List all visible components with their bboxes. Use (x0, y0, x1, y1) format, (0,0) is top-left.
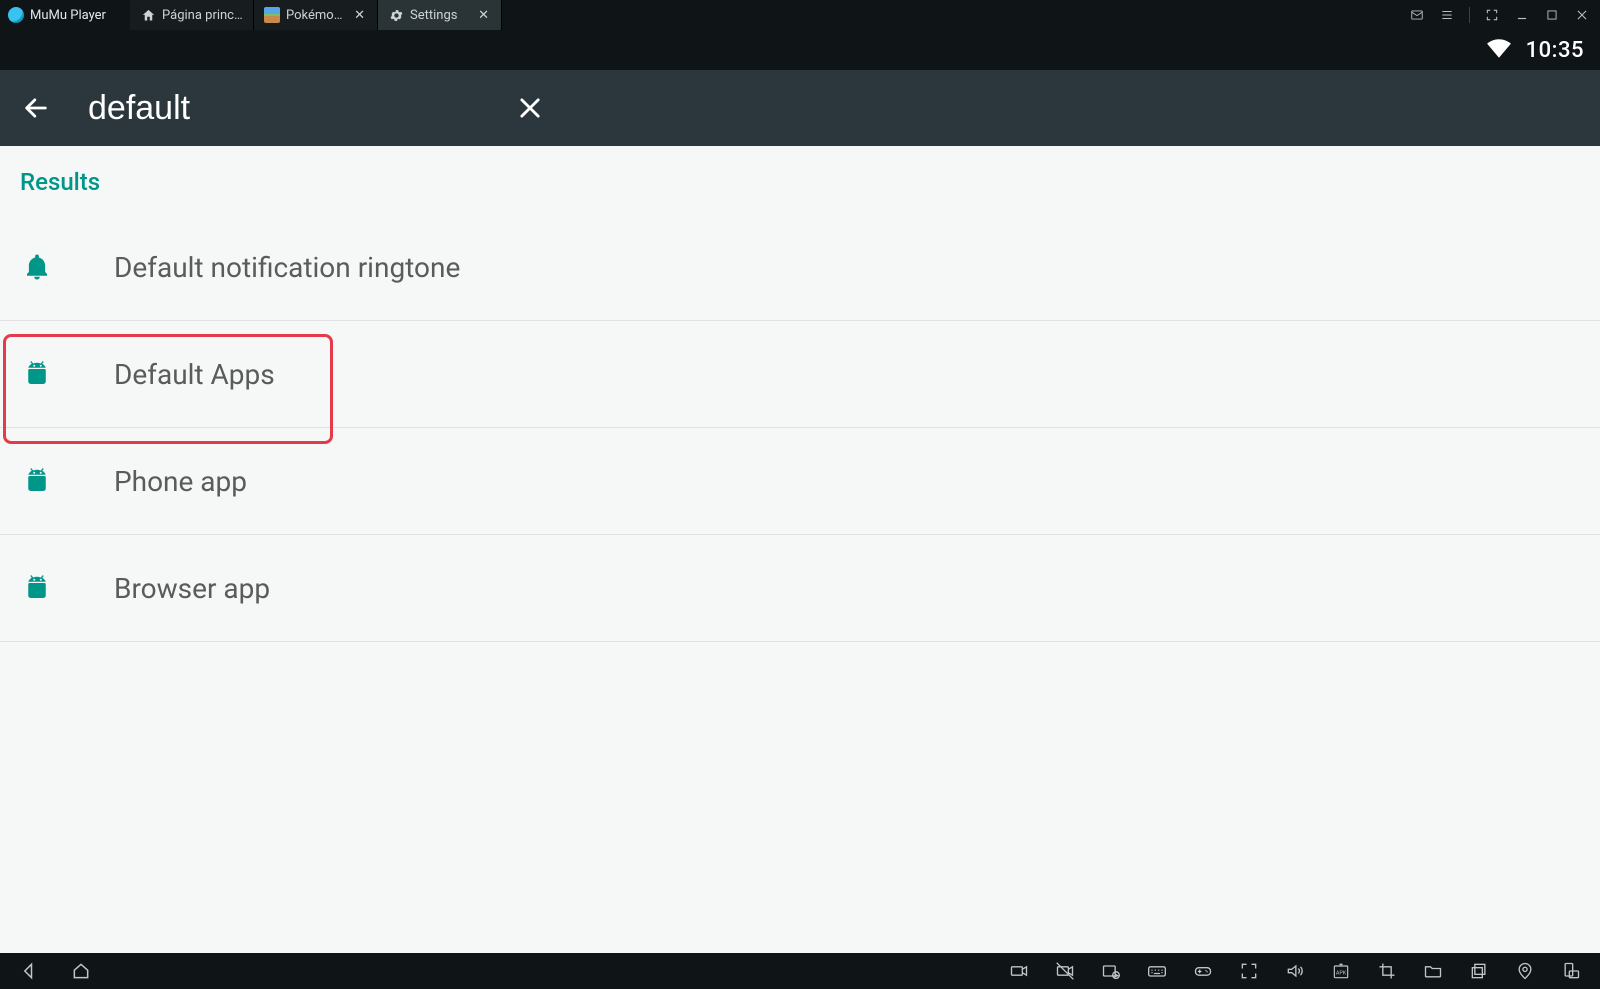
close-window-icon[interactable] (1574, 7, 1590, 23)
titlebar-app-identity: MuMu Player (0, 0, 130, 30)
folder-icon[interactable] (1422, 960, 1444, 982)
result-label: Browser app (114, 572, 270, 605)
back-button[interactable] (14, 86, 58, 130)
result-label: Phone app (114, 465, 247, 498)
location-icon[interactable] (1514, 960, 1536, 982)
statusbar-clock: 10:35 (1526, 38, 1584, 63)
record-off-icon[interactable] (1054, 960, 1076, 982)
rotate-device-icon[interactable] (1560, 960, 1582, 982)
result-row-default-notification-ringtone[interactable]: Default notification ringtone (0, 214, 1600, 321)
tab-close-icon[interactable]: ✕ (476, 8, 491, 23)
tab-close-icon[interactable]: ✕ (352, 8, 367, 23)
multi-window-icon[interactable] (1468, 960, 1490, 982)
android-icon (20, 357, 54, 391)
home-icon (140, 7, 156, 23)
volume-icon[interactable] (1284, 960, 1306, 982)
android-icon (20, 464, 54, 498)
settings-search-results: Results Default notification ringtone De… (0, 146, 1600, 953)
tab-label: Pokémon ... (286, 8, 346, 23)
record-video-icon[interactable] (1008, 960, 1030, 982)
tab-label: Settings (410, 8, 470, 23)
keyboard-icon[interactable] (1146, 960, 1168, 982)
gear-icon (388, 7, 404, 23)
mail-icon[interactable] (1409, 7, 1425, 23)
tab-home[interactable]: Página princi... (130, 0, 254, 30)
menu-icon[interactable] (1439, 7, 1455, 23)
bell-icon (20, 250, 54, 284)
tab-pokemon[interactable]: Pokémon ... ✕ (254, 0, 378, 30)
pokemon-app-icon (264, 7, 280, 23)
result-label: Default Apps (114, 358, 275, 391)
titlebar-window-controls (1409, 0, 1600, 30)
result-label: Default notification ringtone (114, 251, 460, 284)
gamepad-icon[interactable] (1192, 960, 1214, 982)
overlay-play-icon[interactable] (1100, 960, 1122, 982)
minimize-icon[interactable] (1514, 7, 1530, 23)
mumu-logo-icon (8, 7, 24, 23)
apk-install-icon[interactable]: APK (1330, 960, 1352, 982)
results-header: Results (0, 146, 1600, 214)
android-statusbar: 10:35 (0, 30, 1600, 70)
screenshot-crop-icon[interactable] (1376, 960, 1398, 982)
titlebar-tabstrip: Página princi... Pokémon ... ✕ Settings … (130, 0, 502, 30)
emulator-titlebar: MuMu Player Página princi... Pokémon ...… (0, 0, 1600, 30)
nav-back-icon[interactable] (18, 960, 40, 982)
result-row-default-apps[interactable]: Default Apps (0, 321, 1600, 428)
wifi-icon (1486, 35, 1512, 65)
settings-search-input[interactable] (88, 89, 478, 128)
emulator-bottombar: APK (0, 953, 1600, 989)
clear-search-button[interactable] (508, 86, 552, 130)
android-icon (20, 571, 54, 605)
result-row-phone-app[interactable]: Phone app (0, 428, 1600, 535)
nav-home-icon[interactable] (70, 960, 92, 982)
settings-search-appbar (0, 70, 1600, 146)
fullscreen-icon[interactable] (1484, 7, 1500, 23)
fullscreen2-icon[interactable] (1238, 960, 1260, 982)
tab-settings[interactable]: Settings ✕ (378, 0, 502, 30)
tab-label: Página princi... (162, 8, 243, 23)
result-row-browser-app[interactable]: Browser app (0, 535, 1600, 642)
maximize-icon[interactable] (1544, 7, 1560, 23)
svg-text:APK: APK (1336, 970, 1347, 976)
titlebar-app-name: MuMu Player (30, 8, 106, 23)
